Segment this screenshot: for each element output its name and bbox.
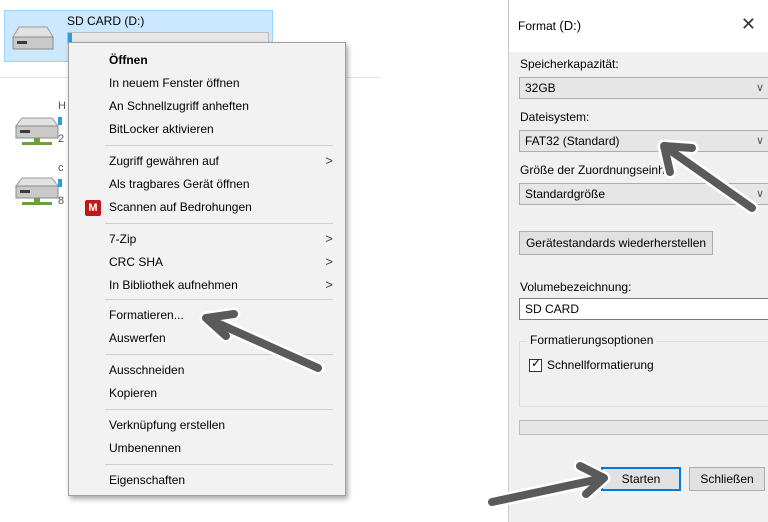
annotation-arrows <box>199 139 759 509</box>
arrow-to-filesystem-icon <box>657 139 759 215</box>
arrow-to-format-icon <box>199 307 325 375</box>
arrow-to-start-icon <box>485 459 611 509</box>
